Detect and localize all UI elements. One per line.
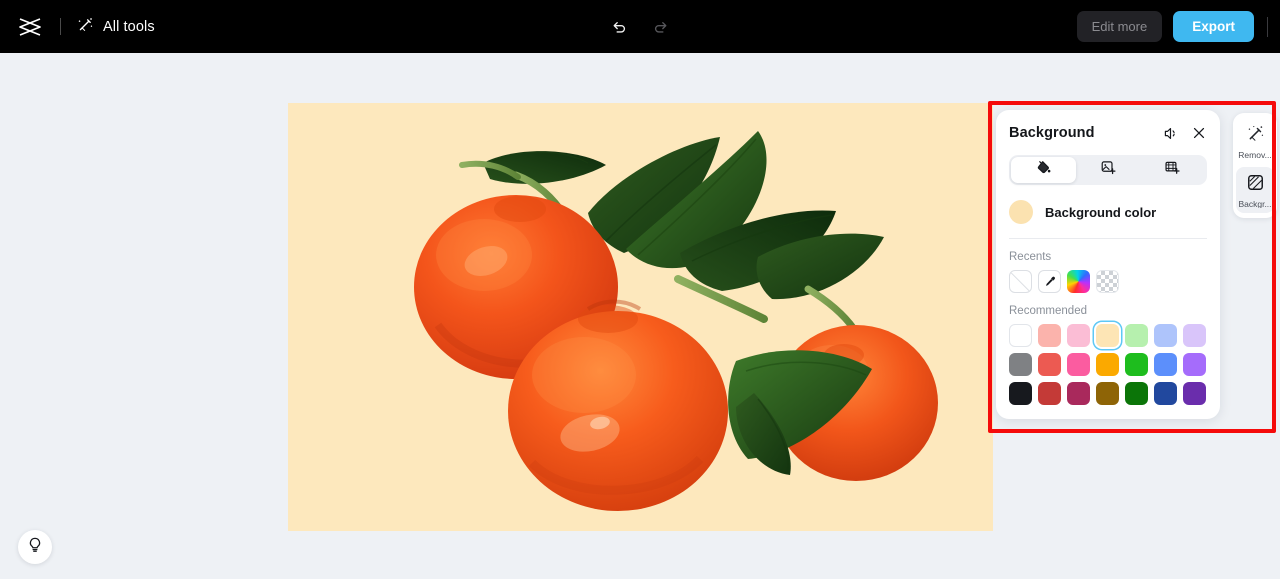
recommended-swatch-17[interactable]: [1096, 382, 1119, 405]
panel-title: Background: [1009, 125, 1095, 141]
background-color-label: Background color: [1045, 204, 1157, 220]
apply-to-all-icon[interactable]: [1162, 125, 1179, 142]
recommended-swatch-14[interactable]: [1009, 382, 1032, 405]
tab-color[interactable]: [1011, 157, 1076, 183]
all-tools-button[interactable]: All tools: [77, 16, 155, 38]
recommended-swatch-9[interactable]: [1067, 353, 1090, 376]
magic-wand-remove-icon: [1246, 124, 1265, 148]
tab-image[interactable]: [1076, 157, 1141, 183]
panel-header-actions: [1162, 125, 1207, 142]
background-panel: Background Background color Recents Reco…: [996, 110, 1220, 419]
recommended-swatch-1[interactable]: [1038, 324, 1061, 347]
all-tools-label: All tools: [103, 18, 155, 35]
tool-rail: Remov... Backgr...: [1233, 113, 1277, 218]
recents-swatches: [1009, 270, 1207, 293]
capcut-logo-icon[interactable]: [16, 13, 44, 41]
paint-bucket-icon: [1035, 159, 1052, 181]
close-icon[interactable]: [1191, 125, 1207, 141]
redo-arrow-icon[interactable]: [646, 12, 676, 42]
app-root: All tools Edit more Export Remov... Back…: [0, 0, 1280, 579]
recommended-swatch-6[interactable]: [1183, 324, 1206, 347]
recommended-swatch-2[interactable]: [1067, 324, 1090, 347]
tool-remove[interactable]: Remov...: [1236, 118, 1274, 165]
recommended-swatch-4[interactable]: [1125, 324, 1148, 347]
recommended-swatch-16[interactable]: [1067, 382, 1090, 405]
tool-remove-label: Remov...: [1238, 151, 1272, 160]
none-swatch[interactable]: [1009, 270, 1032, 293]
recommended-swatch-5[interactable]: [1154, 324, 1177, 347]
background-color-swatch[interactable]: [1009, 200, 1033, 224]
tool-background-label: Backgr...: [1238, 199, 1272, 208]
recommended-swatches: [1009, 324, 1207, 405]
panel-divider: [1009, 238, 1207, 239]
header-actions: Edit more Export: [1076, 0, 1280, 53]
header-divider: [60, 18, 61, 35]
header-right-divider: [1267, 16, 1268, 37]
recommended-swatch-18[interactable]: [1125, 382, 1148, 405]
gradient-swatch[interactable]: [1067, 270, 1090, 293]
background-color-row[interactable]: Background color: [1009, 199, 1207, 225]
editor-stage: Remov... Backgr... Background Background…: [0, 53, 1280, 579]
edit-more-button[interactable]: Edit more: [1076, 11, 1163, 42]
recommended-swatch-8[interactable]: [1038, 353, 1061, 376]
video-add-icon: [1164, 159, 1181, 181]
recommended-swatch-19[interactable]: [1154, 382, 1177, 405]
recommended-swatch-7[interactable]: [1009, 353, 1032, 376]
canvas[interactable]: [288, 103, 993, 531]
recommended-swatch-15[interactable]: [1038, 382, 1061, 405]
recommended-swatch-3[interactable]: [1096, 324, 1119, 347]
transparent-swatch[interactable]: [1096, 270, 1119, 293]
tab-video[interactable]: [1140, 157, 1205, 183]
image-add-icon: [1100, 159, 1117, 181]
tool-background[interactable]: Backgr...: [1236, 166, 1274, 213]
undo-arrow-icon[interactable]: [604, 12, 634, 42]
magic-wand-icon: [77, 16, 94, 38]
oranges-artwork: [414, 131, 938, 511]
recommended-label: Recommended: [1009, 305, 1087, 317]
panel-tabs: [1009, 155, 1207, 185]
recommended-swatch-10[interactable]: [1096, 353, 1119, 376]
recents-label: Recents: [1009, 251, 1052, 263]
recommended-swatch-11[interactable]: [1125, 353, 1148, 376]
top-bar: All tools Edit more Export: [0, 0, 1280, 53]
recommended-swatch-13[interactable]: [1183, 353, 1206, 376]
panel-header: Background: [1009, 122, 1207, 144]
eyedropper-swatch[interactable]: [1038, 270, 1061, 293]
recommended-swatch-20[interactable]: [1183, 382, 1206, 405]
recommended-swatch-12[interactable]: [1154, 353, 1177, 376]
export-button[interactable]: Export: [1173, 11, 1254, 42]
background-swatch-icon: [1246, 173, 1265, 197]
lightbulb-icon: [26, 536, 44, 559]
recommended-swatch-0[interactable]: [1009, 324, 1032, 347]
help-button[interactable]: [18, 530, 52, 564]
